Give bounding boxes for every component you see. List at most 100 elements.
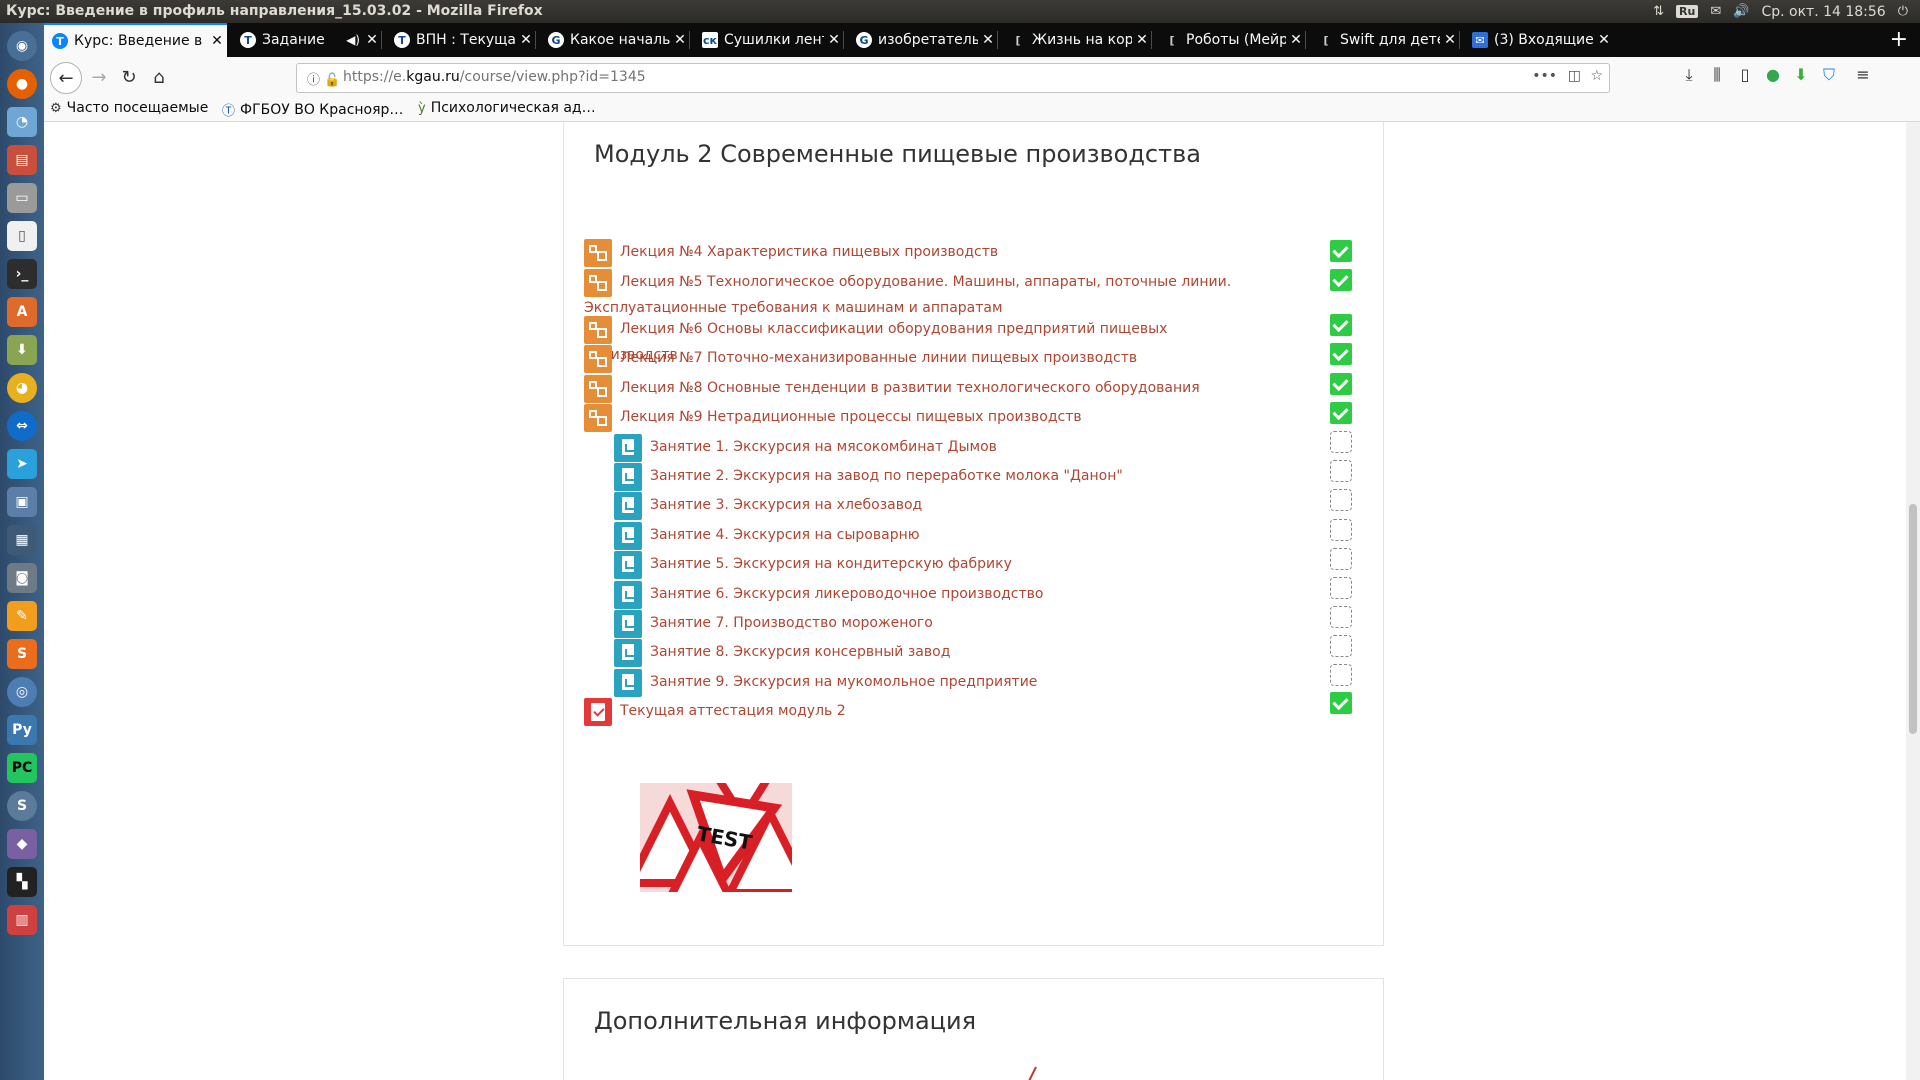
- ubuntu-dash-icon[interactable]: ◉: [7, 31, 37, 61]
- activity-lecture[interactable]: Лекция №4 Характеристика пищевых произво…: [584, 239, 1264, 267]
- close-icon[interactable]: ✕: [978, 32, 998, 48]
- media-icon[interactable]: ◆: [7, 829, 37, 859]
- activity-lesson[interactable]: Занятие 4. Экскурсия на сыроварню: [614, 522, 1294, 550]
- activity-link[interactable]: Лекция №5 Технологическое оборудование. …: [584, 269, 1296, 321]
- address-bar[interactable]: ⓘ 🔓 https://e.kgau.ru/course/view.php?id…: [296, 63, 1610, 93]
- tab-invention[interactable]: G изобретательств ✕: [848, 23, 998, 57]
- back-button[interactable]: ←: [50, 62, 82, 94]
- extension-icon[interactable]: ●: [1762, 65, 1784, 84]
- close-icon[interactable]: ✕: [1286, 32, 1306, 48]
- completion-unchecked-icon[interactable]: [1330, 489, 1352, 511]
- activity-quiz[interactable]: Текущая аттестация модуль 2: [584, 698, 1264, 726]
- activity-link[interactable]: Занятие 1. Экскурсия на мясокомбинат Дым…: [614, 434, 1294, 460]
- bookmark-star-icon[interactable]: ☆: [1590, 68, 1603, 84]
- firefox-icon[interactable]: ●: [7, 69, 37, 99]
- download-helper-icon[interactable]: ⬇: [1790, 65, 1812, 84]
- activity-lesson[interactable]: Занятие 9. Экскурсия на мукомольное пред…: [614, 669, 1294, 697]
- completion-unchecked-icon[interactable]: [1330, 548, 1352, 570]
- terminal-icon[interactable]: ›_: [7, 259, 37, 289]
- activity-link[interactable]: Лекция №9 Нетрадиционные процессы пищевы…: [584, 404, 1264, 430]
- activity-link[interactable]: Занятие 8. Экскурсия консервный завод: [614, 639, 1294, 665]
- page-actions-icon[interactable]: •••: [1532, 68, 1557, 84]
- close-icon[interactable]: ✕: [1594, 32, 1614, 48]
- activity-lesson[interactable]: Занятие 6. Экскурсия ликероводочное прои…: [614, 581, 1294, 609]
- close-icon[interactable]: ✕: [516, 32, 536, 48]
- trash-icon[interactable]: ▥: [7, 905, 37, 935]
- completion-checked-icon[interactable]: [1330, 373, 1352, 395]
- completion-checked-icon[interactable]: [1330, 343, 1352, 365]
- bookmark-psychology[interactable]: ỳ Психологическая ад…: [418, 100, 596, 116]
- power-icon[interactable]: ⏻: [1898, 4, 1908, 19]
- completion-checked-icon[interactable]: [1330, 240, 1352, 262]
- calendar-icon[interactable]: ▦: [7, 525, 37, 555]
- completion-checked-icon[interactable]: [1330, 692, 1352, 714]
- tab-google-search[interactable]: G Какое начальное ✕: [540, 23, 690, 57]
- completion-unchecked-icon[interactable]: [1330, 431, 1352, 453]
- close-icon[interactable]: ✕: [362, 32, 382, 48]
- close-icon[interactable]: ✕: [1132, 32, 1152, 48]
- activity-link[interactable]: Занятие 6. Экскурсия ликероводочное прои…: [614, 581, 1294, 607]
- completion-unchecked-icon[interactable]: [1330, 519, 1352, 541]
- activity-lesson[interactable]: Занятие 7. Производство мороженого: [614, 610, 1294, 638]
- activity-lesson[interactable]: Занятие 2. Экскурсия на завод по перераб…: [614, 463, 1294, 491]
- draw-icon[interactable]: ✎: [7, 601, 37, 631]
- network-icon[interactable]: ⇅: [1653, 4, 1664, 19]
- reload-button[interactable]: ↻: [116, 64, 142, 90]
- sidebar-icon[interactable]: ▯: [1734, 65, 1756, 84]
- forward-button[interactable]: →: [86, 64, 112, 90]
- activity-link[interactable]: Лекция №7 Поточно-механизированные линии…: [584, 345, 1264, 371]
- telegram-icon[interactable]: ➤: [7, 449, 37, 479]
- clock[interactable]: Ср. окт. 14 18:56: [1761, 4, 1885, 20]
- bookmark-university[interactable]: Ⓣ ФГБОУ ВО Краснояр…: [222, 100, 403, 120]
- home-button[interactable]: ⌂: [146, 64, 172, 90]
- document-icon[interactable]: ▯: [7, 221, 37, 251]
- activity-link[interactable]: Занятие 4. Экскурсия на сыроварню: [614, 522, 1294, 548]
- chat-icon[interactable]: ◔: [7, 107, 37, 137]
- menu-icon[interactable]: ≡: [1852, 65, 1874, 84]
- completion-unchecked-icon[interactable]: [1330, 460, 1352, 482]
- software-center-icon[interactable]: A: [7, 297, 37, 327]
- activity-lesson[interactable]: Занятие 8. Экскурсия консервный завод: [614, 639, 1294, 667]
- completion-unchecked-icon[interactable]: [1330, 635, 1352, 657]
- completion-checked-icon[interactable]: [1330, 314, 1352, 336]
- bookmark-most-visited[interactable]: ⚙ Часто посещаемые: [50, 100, 208, 116]
- activity-lesson[interactable]: Занятие 1. Экскурсия на мясокомбинат Дым…: [614, 434, 1294, 462]
- completion-unchecked-icon[interactable]: [1330, 577, 1352, 599]
- python-icon[interactable]: Py: [7, 715, 37, 745]
- drive-icon[interactable]: ▭: [7, 183, 37, 213]
- activity-lecture[interactable]: Лекция №7 Поточно-механизированные линии…: [584, 345, 1264, 373]
- tab-dryers[interactable]: ск Сушилки ленточн ✕: [694, 23, 844, 57]
- mail-icon[interactable]: ✉: [1710, 4, 1721, 19]
- library-icon[interactable]: ⫼: [1706, 65, 1728, 85]
- completion-checked-icon[interactable]: [1330, 402, 1352, 424]
- virtualbox-icon[interactable]: ▣: [7, 487, 37, 517]
- activity-lecture[interactable]: Лекция №9 Нетрадиционные процессы пищевы…: [584, 404, 1264, 432]
- activity-link[interactable]: Занятие 5. Экскурсия на кондитерскую фаб…: [614, 551, 1294, 577]
- completion-unchecked-icon[interactable]: [1330, 664, 1352, 686]
- tab-inbox[interactable]: ✉ (3) Входящие - По ✕: [1464, 23, 1614, 57]
- close-icon[interactable]: ✕: [1440, 32, 1460, 48]
- tab-assignment[interactable]: T Задание ◀) ✕: [232, 23, 382, 57]
- chess-icon[interactable]: ▚: [7, 867, 37, 897]
- completion-checked-icon[interactable]: [1330, 269, 1352, 291]
- speaker-icon[interactable]: ◀): [346, 33, 360, 47]
- volume-icon[interactable]: 🔊: [1733, 4, 1749, 19]
- tab-course[interactable]: T Курс: Введение в ✕: [44, 23, 227, 57]
- completion-unchecked-icon[interactable]: [1330, 606, 1352, 628]
- camera-icon[interactable]: ◙: [7, 563, 37, 593]
- tab-swift[interactable]: [ Swift для детей (М ✕: [1310, 23, 1460, 57]
- skype-icon[interactable]: S: [7, 791, 37, 821]
- scrollbar-thumb[interactable]: [1909, 504, 1917, 734]
- tab-robots[interactable]: [ Роботы (Мейргрі ✕: [1156, 23, 1306, 57]
- page-scrollbar[interactable]: [1906, 122, 1920, 1080]
- sublime-icon[interactable]: S: [7, 639, 37, 669]
- activity-link[interactable]: Занятие 3. Экскурсия на хлебозавод: [614, 492, 1294, 518]
- activity-link[interactable]: Лекция №4 Характеристика пищевых произво…: [584, 239, 1264, 265]
- activity-link[interactable]: Лекция №8 Основные тенденции в развитии …: [584, 375, 1264, 401]
- activity-lesson[interactable]: Занятие 5. Экскурсия на кондитерскую фаб…: [614, 551, 1294, 579]
- files-icon[interactable]: ▤: [7, 145, 37, 175]
- activity-link[interactable]: Занятие 9. Экскурсия на мукомольное пред…: [614, 669, 1294, 695]
- activity-lecture[interactable]: Лекция №8 Основные тенденции в развитии …: [584, 375, 1264, 403]
- close-icon[interactable]: ✕: [670, 32, 690, 48]
- downloads-icon[interactable]: ⤓: [1678, 65, 1700, 85]
